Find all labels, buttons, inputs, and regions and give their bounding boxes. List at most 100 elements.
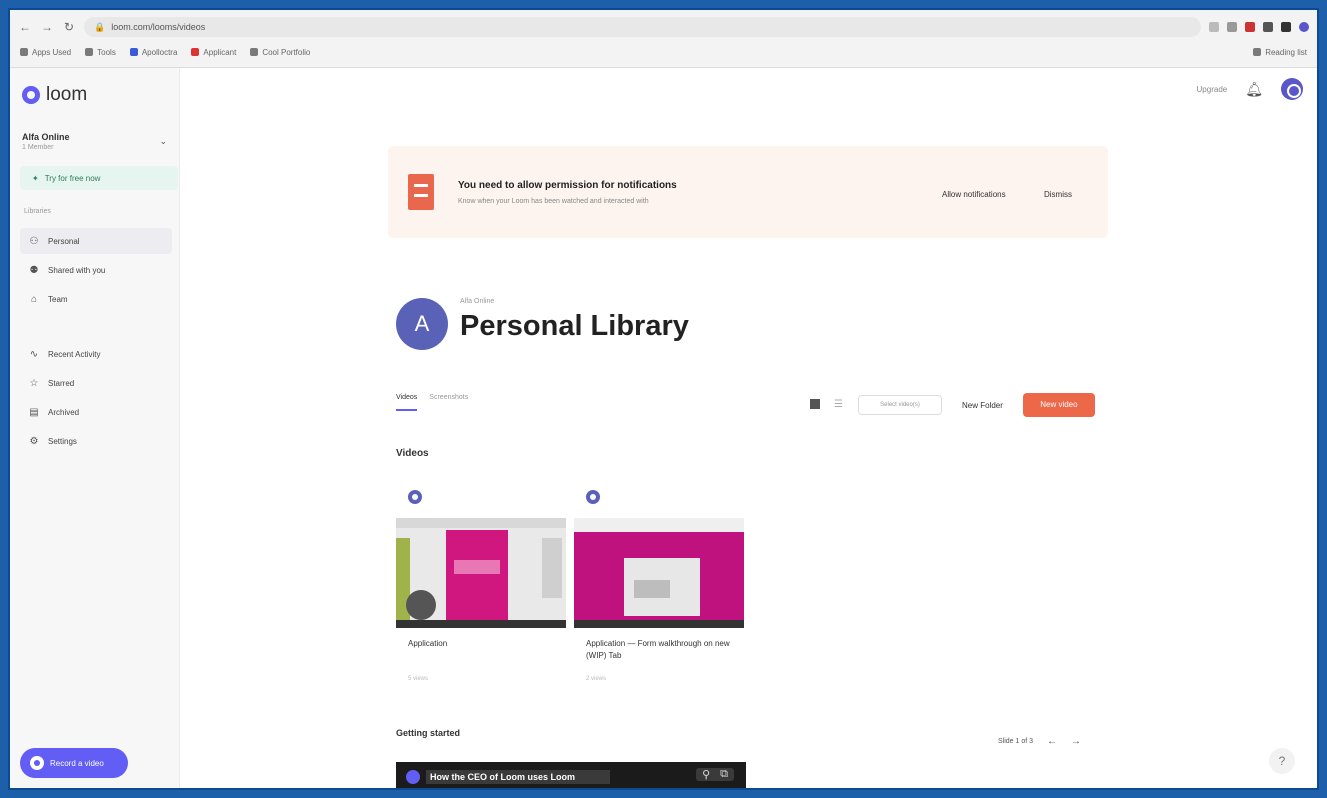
video-meta: 5 views bbox=[408, 676, 429, 682]
workspace-name: Alfa Online bbox=[22, 132, 70, 142]
browser-chrome: ← → ↻ 🔒 loom.com/looms/videos Apps Used … bbox=[10, 10, 1317, 68]
getting-started-title: Getting started bbox=[396, 728, 461, 738]
url-bar[interactable]: 🔒 loom.com/looms/videos bbox=[84, 17, 1201, 37]
sidebar-item-shared[interactable]: ⚉ Shared with you bbox=[20, 257, 172, 283]
banner-title: You need to allow permission for notific… bbox=[458, 180, 677, 191]
bookmark[interactable]: Applicant bbox=[191, 48, 236, 57]
video-title[interactable]: Application — Form walkthrough on new (W… bbox=[586, 638, 736, 662]
profile-icon[interactable] bbox=[1299, 22, 1309, 32]
upgrade-link[interactable]: Upgrade bbox=[1197, 85, 1228, 94]
tab-screenshots[interactable]: Screenshots bbox=[429, 394, 468, 411]
url-text: loom.com/looms/videos bbox=[111, 22, 206, 32]
screen: ← → ↻ 🔒 loom.com/looms/videos Apps Used … bbox=[8, 8, 1319, 790]
loom-logo[interactable]: loom bbox=[22, 84, 87, 106]
bookmark-icon bbox=[20, 48, 28, 56]
select-checkbox-icon[interactable] bbox=[408, 490, 422, 504]
record-button[interactable]: Record a video bbox=[20, 748, 128, 778]
tab-videos[interactable]: Videos bbox=[396, 394, 418, 411]
bookmark-icon bbox=[191, 48, 200, 56]
bookmark[interactable]: Apps Used bbox=[20, 48, 71, 57]
extension-icon[interactable] bbox=[1209, 22, 1219, 32]
bookmark[interactable]: Apolloctra bbox=[129, 48, 177, 57]
new-video-button[interactable]: New video bbox=[1022, 393, 1095, 417]
workspace-switcher[interactable]: Alfa Online 1 Member ⌄ bbox=[22, 132, 167, 151]
video-meta: 2 views bbox=[586, 676, 607, 682]
extension-icon[interactable] bbox=[1281, 22, 1291, 32]
logo-text: loom bbox=[46, 84, 88, 105]
library-avatar: A bbox=[396, 298, 448, 350]
extension-icon[interactable] bbox=[1227, 22, 1237, 32]
allow-notifications-button[interactable]: Allow notifications bbox=[942, 190, 1006, 199]
sidebar-item-starred[interactable]: ☆ Starred bbox=[20, 370, 172, 396]
notification-banner: You need to allow permission for notific… bbox=[388, 146, 1108, 238]
reading-list[interactable]: Reading list bbox=[1253, 48, 1307, 57]
workspace-sub: 1 Member bbox=[22, 144, 54, 151]
forward-icon[interactable]: → bbox=[40, 20, 54, 34]
external-link-icon[interactable]: ⧉ bbox=[720, 768, 728, 781]
sidebar-item-personal[interactable]: ⚇ Personal bbox=[20, 228, 172, 254]
pager-text: Slide 1 of 3 bbox=[998, 738, 1034, 745]
top-right-actions: Upgrade 🔔︎ bbox=[1197, 78, 1303, 100]
new-folder-button[interactable]: New Folder bbox=[954, 401, 1011, 410]
sidebar: loom Alfa Online 1 Member ⌄ ✦ Try for fr… bbox=[10, 68, 180, 788]
video-thumbnail[interactable] bbox=[574, 518, 744, 628]
video-title[interactable]: Application bbox=[408, 638, 558, 650]
sidebar-item-archived[interactable]: ▤ Archived bbox=[20, 399, 172, 425]
bell-icon[interactable]: 🔔︎ bbox=[1245, 81, 1263, 98]
video-card[interactable]: Application — Form walkthrough on new (W… bbox=[574, 480, 744, 700]
archive-icon: ▤ bbox=[29, 406, 39, 418]
trial-banner[interactable]: ✦ Try for free now bbox=[20, 166, 178, 190]
sparkle-icon: ✦ bbox=[32, 173, 39, 183]
videos-section-title: Videos bbox=[396, 448, 429, 459]
video-thumbnail[interactable] bbox=[396, 518, 566, 628]
extension-icon[interactable] bbox=[1263, 22, 1273, 32]
bookmark[interactable]: Tools bbox=[85, 48, 116, 57]
shared-icon: ⚉ bbox=[29, 264, 39, 276]
video-tools: ⚲ ⧉ bbox=[696, 768, 734, 781]
list-view-icon[interactable]: ☰ bbox=[834, 399, 846, 411]
back-icon[interactable]: ← bbox=[18, 20, 32, 34]
loom-play-icon bbox=[406, 770, 420, 784]
arrow-right-icon[interactable]: → bbox=[1071, 736, 1081, 747]
arrow-left-icon[interactable]: ← bbox=[1047, 736, 1057, 747]
gear-icon: ⚙ bbox=[29, 435, 39, 447]
page-title: Personal Library bbox=[460, 310, 689, 342]
bookmarks-bar: Apps Used Tools Apolloctra Applicant Coo… bbox=[20, 44, 1307, 60]
activity-icon: ∿ bbox=[29, 348, 39, 360]
video-title: How the CEO of Loom uses Loom bbox=[426, 770, 610, 784]
sidebar-item-activity[interactable]: ∿ Recent Activity bbox=[20, 341, 172, 367]
extensions bbox=[1209, 22, 1309, 32]
select-checkbox-icon[interactable] bbox=[586, 490, 600, 504]
notification-icon bbox=[408, 174, 434, 210]
search-icon[interactable]: ⚲ bbox=[702, 768, 710, 781]
getting-started-pager: Slide 1 of 3 ← → bbox=[998, 736, 1081, 747]
sidebar-item-settings[interactable]: ⚙ Settings bbox=[20, 428, 172, 454]
team-icon: ⌂ bbox=[30, 293, 38, 305]
address-row: ← → ↻ 🔒 loom.com/looms/videos bbox=[18, 16, 1309, 38]
library-toolbar: ☰ Select video(s) New Folder New video bbox=[810, 393, 1095, 417]
getting-started-video[interactable]: How the CEO of Loom uses Loom ⚲ ⧉ bbox=[396, 762, 746, 788]
extension-icon[interactable] bbox=[1245, 22, 1255, 32]
sidebar-nav: ⚇ Personal ⚉ Shared with you ⌂ Team ∿ Re… bbox=[20, 228, 172, 457]
star-icon: ☆ bbox=[29, 377, 39, 389]
reload-icon[interactable]: ↻ bbox=[62, 20, 76, 34]
library-owner: Alfa Online bbox=[460, 298, 495, 305]
sidebar-item-team[interactable]: ⌂ Team bbox=[20, 286, 172, 312]
bookmark[interactable]: Cool Portfolio bbox=[250, 48, 310, 57]
avatar[interactable] bbox=[1281, 78, 1303, 100]
select-videos-button[interactable]: Select video(s) bbox=[858, 395, 942, 415]
section-label: Libraries bbox=[24, 208, 51, 215]
lock-icon: 🔒 bbox=[94, 22, 106, 32]
help-button[interactable]: ? bbox=[1269, 748, 1295, 774]
bookmark-icon bbox=[129, 48, 138, 56]
banner-description: Know when your Loom has been watched and… bbox=[458, 198, 649, 205]
video-card[interactable]: Application 5 views bbox=[396, 480, 566, 700]
dismiss-button[interactable]: Dismiss bbox=[1044, 190, 1072, 199]
reading-list-icon bbox=[1253, 48, 1262, 56]
loom-logo-icon bbox=[22, 86, 40, 104]
chevron-down-icon: ⌄ bbox=[159, 136, 167, 146]
grid-view-icon[interactable] bbox=[810, 399, 822, 411]
bookmark-icon bbox=[85, 48, 94, 56]
bookmark-icon bbox=[250, 48, 259, 56]
person-icon: ⚇ bbox=[29, 235, 39, 247]
